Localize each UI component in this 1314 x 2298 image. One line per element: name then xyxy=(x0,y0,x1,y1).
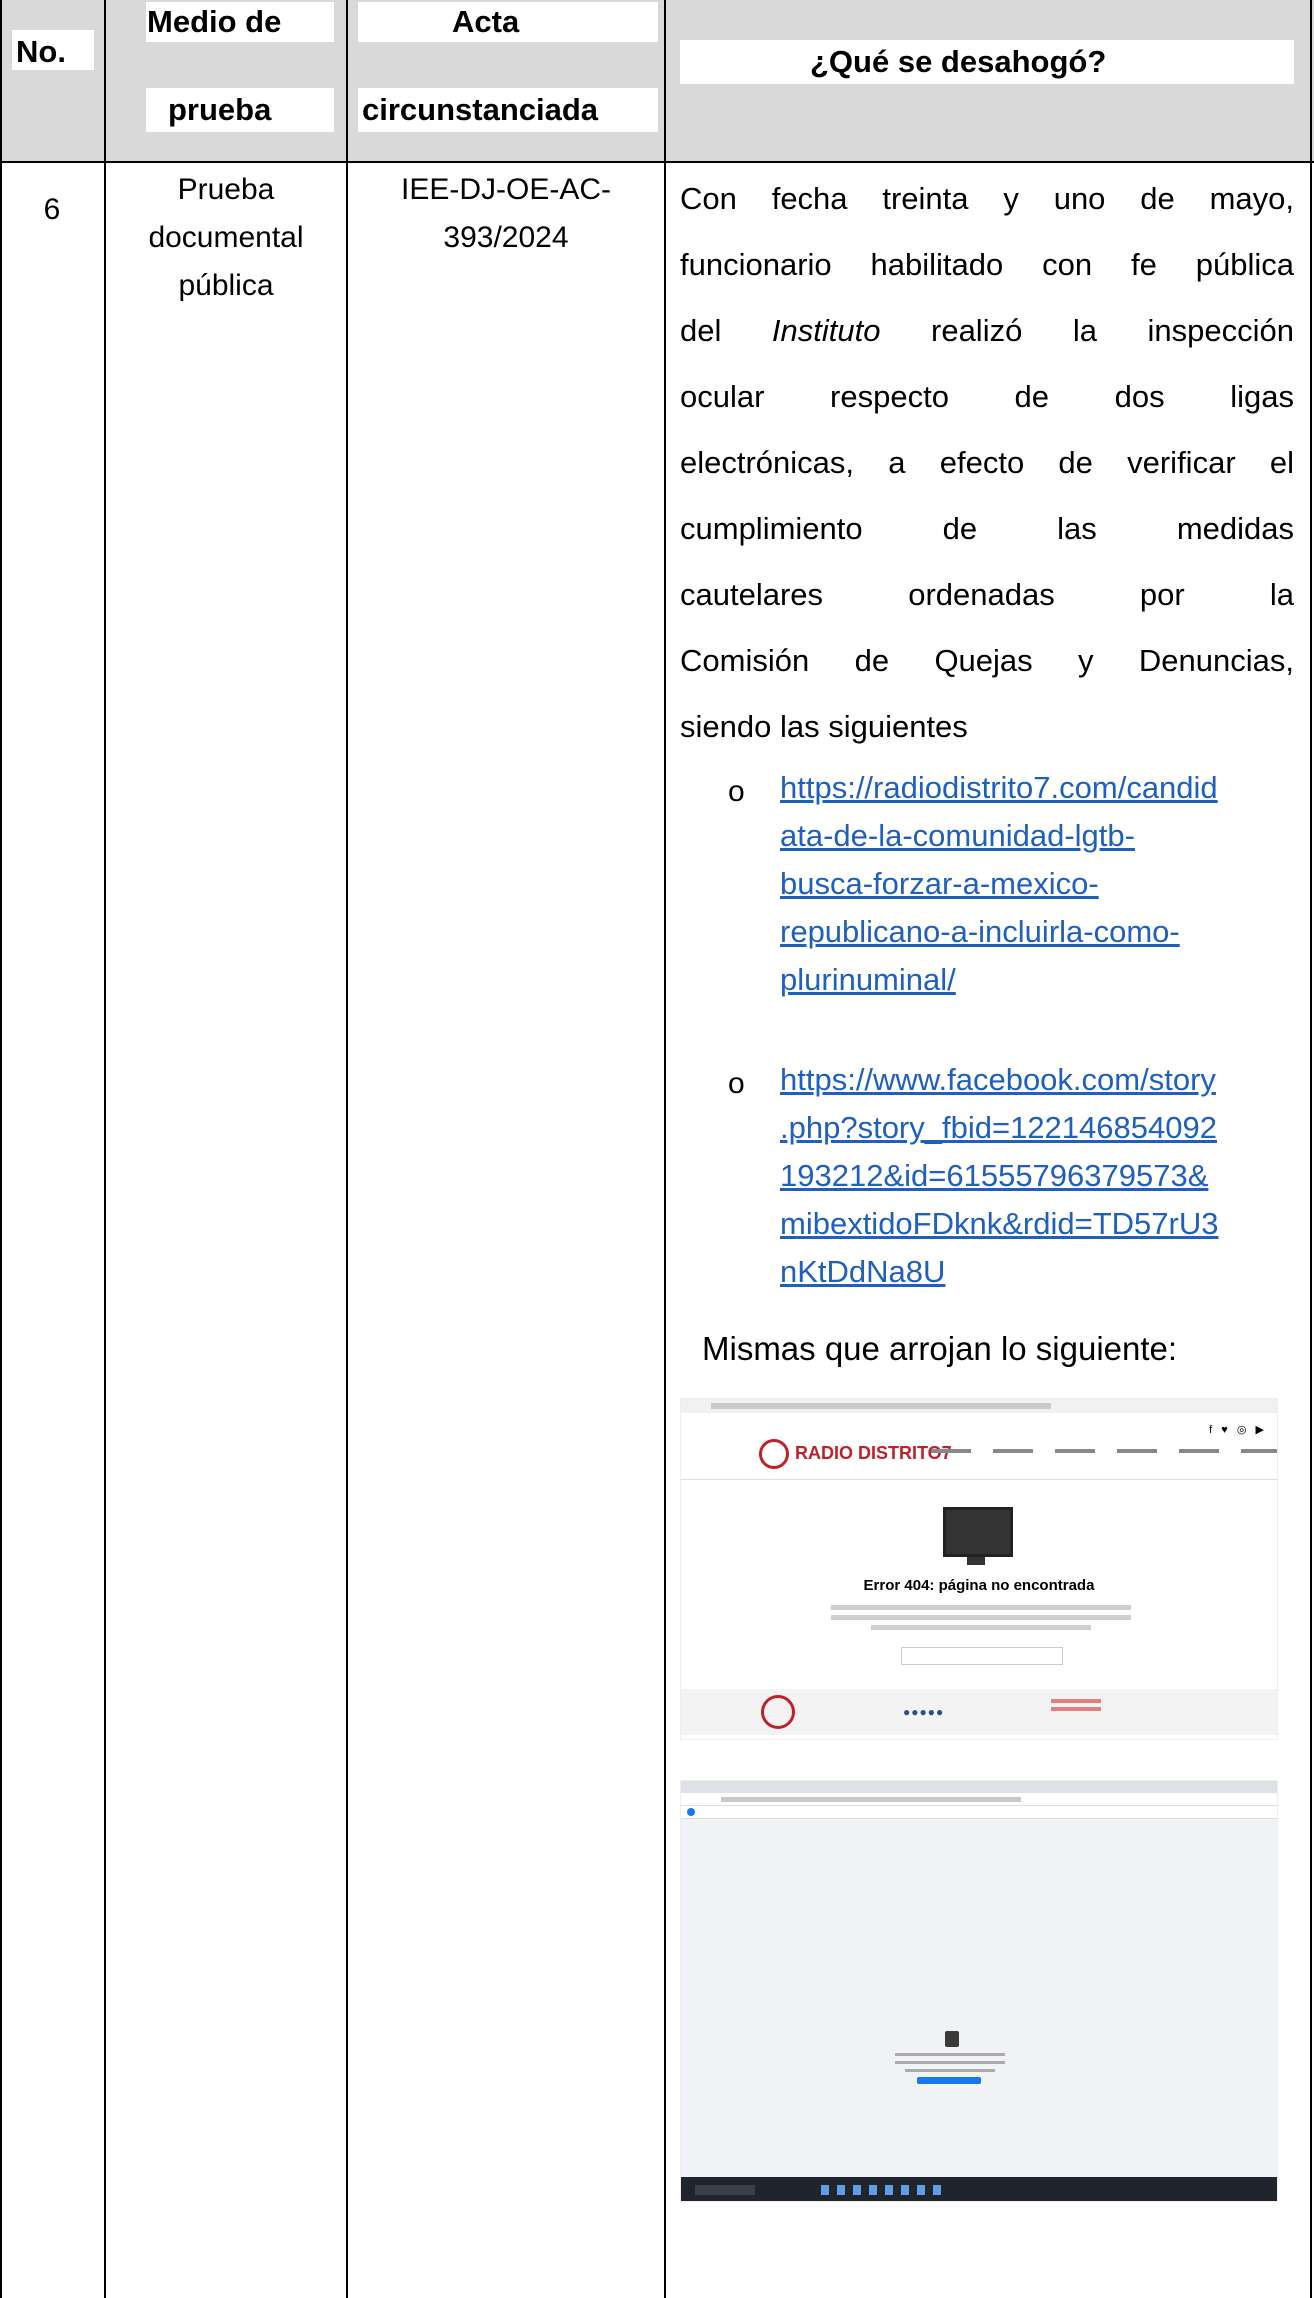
acta-line: IEE-DJ-OE-AC- xyxy=(401,173,611,206)
header-que: ¿Qué se desahogó? xyxy=(810,44,1107,79)
link-line[interactable]: mibextidoFDknk&rdid=TD57rU3 xyxy=(780,1200,1300,1248)
link-line[interactable]: republicano-a-incluirla-como- xyxy=(780,908,1300,956)
link-line[interactable]: ata-de-la-comunidad-lgtb- xyxy=(780,812,1300,860)
header-medio-line1: Medio de xyxy=(147,4,282,39)
taskbar-icons xyxy=(821,2185,941,2195)
description-line: cautelares ordenadas por la xyxy=(680,577,1294,612)
unavailable-text xyxy=(895,2061,1005,2064)
browser-tabs xyxy=(681,1781,1277,1793)
browser-url xyxy=(711,1403,1051,1409)
social-icons: f ♥ ◎ ▶ xyxy=(1209,1424,1267,1436)
description-word-del: del xyxy=(680,313,722,348)
browser-url xyxy=(721,1797,1021,1802)
acta-cell: IEE-DJ-OE-AC- 393/2024 xyxy=(348,166,664,262)
header-bottom-border xyxy=(0,161,1314,163)
link-line[interactable]: .php?story_fbid=122146854092 xyxy=(780,1104,1300,1152)
table-border-right xyxy=(1310,0,1312,2298)
description-line: Comisión de Quejas y Denuncias, xyxy=(680,643,1294,678)
screenshot-facebook xyxy=(680,1780,1278,2202)
header-acta-line1: Acta xyxy=(452,4,520,39)
error-paragraph xyxy=(831,1605,1131,1610)
col-divider-2 xyxy=(346,0,348,2298)
facebook-body xyxy=(681,1819,1277,2177)
description-line: cumplimiento de las medidas xyxy=(680,511,1294,546)
unavailable-text xyxy=(895,2053,1005,2056)
lock-icon xyxy=(945,2031,959,2047)
instituto-italic: Instituto xyxy=(771,313,881,348)
link-radiodistrito7[interactable]: https://radiodistrito7.com/candid ata-de… xyxy=(780,764,1300,1004)
description-line: electrónicas, a efecto de verificar el xyxy=(680,445,1294,480)
bullet-glyph: o xyxy=(728,1067,745,1100)
search-input xyxy=(901,1647,1063,1665)
logo-text: RADIO DISTRITO7 xyxy=(795,1442,952,1463)
medio-line: pública xyxy=(178,269,274,302)
description-line: funcionario habilitado con fe pública xyxy=(680,247,1294,282)
feed-button xyxy=(917,2077,981,2084)
footer-links xyxy=(1051,1699,1101,1703)
radio-logo: RADIO DISTRITO7 xyxy=(759,1439,952,1469)
link-line[interactable]: plurinuminal/ xyxy=(780,956,1300,1004)
facebook-logo-icon xyxy=(687,1808,695,1816)
description-line: Con fecha treinta y uno de mayo, xyxy=(680,181,1294,216)
caption: Mismas que arrojan lo siguiente: xyxy=(702,1330,1178,1367)
error-paragraph xyxy=(831,1615,1131,1620)
link-line[interactable]: nKtDdNa8U xyxy=(780,1248,1300,1296)
medio-cell: Prueba documental pública xyxy=(106,166,346,310)
medio-line: documental xyxy=(148,221,304,254)
table-border-left xyxy=(0,0,2,2298)
link-line[interactable]: busca-forzar-a-mexico- xyxy=(780,860,1300,908)
link-line[interactable]: https://radiodistrito7.com/candid xyxy=(780,764,1300,812)
header-no: No. xyxy=(16,34,66,69)
logo-circle-icon xyxy=(759,1439,789,1469)
taskbar-search xyxy=(695,2185,755,2195)
row-number: 6 xyxy=(43,193,61,226)
link-line[interactable]: 193212&id=61555796379573& xyxy=(780,1152,1300,1200)
acta-line: 393/2024 xyxy=(443,221,569,254)
link-line[interactable]: https://www.facebook.com/story xyxy=(780,1056,1300,1104)
unavailable-text xyxy=(905,2069,995,2072)
description-line3-rest: realizó la inspección xyxy=(931,313,1294,348)
col-divider-1 xyxy=(104,0,106,2298)
error-paragraph xyxy=(871,1625,1091,1630)
separator xyxy=(681,1479,1277,1480)
monitor-icon xyxy=(943,1507,1013,1557)
link-facebook[interactable]: https://www.facebook.com/story .php?stor… xyxy=(780,1056,1300,1296)
header-medio-line2: prueba xyxy=(168,92,272,127)
description-line: del Instituto realizó la inspección xyxy=(680,298,1294,364)
error-heading: Error 404: página no encontrada xyxy=(863,1577,1095,1594)
taskbar xyxy=(681,2177,1277,2201)
bullet-glyph: o xyxy=(728,775,745,808)
header-acta-line2: circunstanciada xyxy=(362,92,599,127)
site-nav xyxy=(931,1449,1277,1453)
description-line: siendo las siguientes xyxy=(680,709,968,744)
col-divider-3 xyxy=(664,0,666,2298)
medio-line: Prueba xyxy=(177,173,275,206)
footer-logo-icon xyxy=(761,1695,795,1729)
description-line: ocular respecto de dos ligas xyxy=(680,379,1294,414)
screenshot-radiodistrito7: f ♥ ◎ ▶ RADIO DISTRITO7 Error 404: págin… xyxy=(680,1398,1278,1740)
footer-social-icons: ●●●●● xyxy=(903,1705,945,1719)
description-text: Con fecha treinta y uno de mayo, funcion… xyxy=(680,166,1294,760)
monitor-stand xyxy=(967,1557,985,1565)
facebook-header xyxy=(681,1806,1277,1819)
